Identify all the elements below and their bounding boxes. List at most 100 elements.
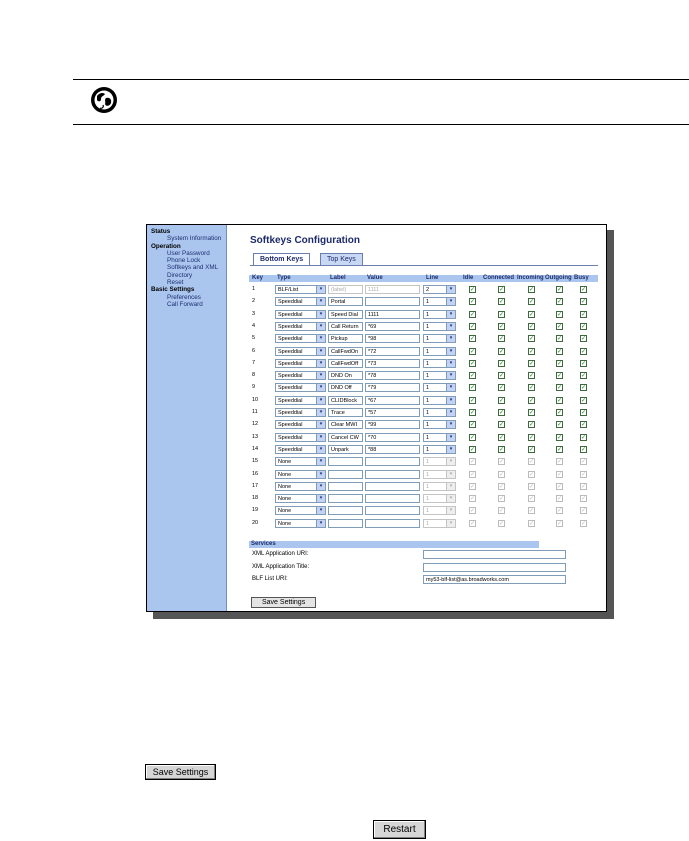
type-select[interactable]: BLF/List ▾: [275, 285, 326, 294]
type-select[interactable]: Speeddial ▾: [275, 358, 326, 368]
chevron-down-icon[interactable]: ▾: [446, 519, 455, 527]
chevron-down-icon[interactable]: ▾: [446, 482, 455, 490]
state-checkbox[interactable]: ✓: [580, 507, 587, 515]
type-select[interactable]: None ▾: [275, 518, 326, 528]
state-checkbox[interactable]: ✓: [580, 384, 587, 392]
state-checkbox[interactable]: ✓: [498, 372, 505, 380]
chevron-down-icon[interactable]: ▾: [316, 482, 325, 490]
label-input[interactable]: [328, 494, 363, 504]
chevron-down-icon[interactable]: ▾: [316, 335, 325, 343]
label-input[interactable]: Portal: [328, 297, 363, 307]
state-checkbox[interactable]: ✓: [469, 445, 476, 453]
type-select[interactable]: Speeddial ▾: [275, 297, 326, 307]
type-select[interactable]: Speeddial ▾: [275, 383, 326, 393]
state-checkbox[interactable]: ✓: [528, 359, 535, 367]
value-input[interactable]: *99: [365, 420, 420, 430]
state-checkbox[interactable]: ✓: [556, 298, 563, 306]
state-checkbox[interactable]: ✓: [556, 322, 563, 330]
state-checkbox[interactable]: ✓: [528, 507, 535, 515]
state-checkbox[interactable]: ✓: [556, 335, 563, 343]
value-input[interactable]: *67: [365, 395, 420, 405]
state-checkbox[interactable]: ✓: [498, 470, 505, 478]
chevron-down-icon[interactable]: ▾: [446, 470, 455, 478]
state-checkbox[interactable]: ✓: [556, 396, 563, 404]
state-checkbox[interactable]: ✓: [556, 445, 563, 453]
value-input[interactable]: [365, 494, 420, 504]
line-select[interactable]: 1 ▾: [423, 444, 456, 454]
sidebar-item[interactable]: Softkeys and XML: [147, 264, 226, 271]
state-checkbox[interactable]: ✓: [498, 421, 505, 429]
label-input[interactable]: (label): [328, 285, 363, 294]
line-select[interactable]: 1 ▾: [423, 481, 456, 491]
state-checkbox[interactable]: ✓: [528, 445, 535, 453]
state-checkbox[interactable]: ✓: [580, 372, 587, 380]
save-settings-inner-button[interactable]: Save Settings: [251, 597, 317, 608]
state-checkbox[interactable]: ✓: [556, 384, 563, 392]
state-checkbox[interactable]: ✓: [580, 482, 587, 490]
state-checkbox[interactable]: ✓: [580, 286, 587, 293]
state-checkbox[interactable]: ✓: [528, 335, 535, 343]
chevron-down-icon[interactable]: ▾: [316, 445, 325, 453]
state-checkbox[interactable]: ✓: [469, 495, 476, 503]
type-select[interactable]: None ▾: [275, 457, 326, 467]
chevron-down-icon[interactable]: ▾: [446, 384, 455, 392]
chevron-down-icon[interactable]: ▾: [446, 335, 455, 343]
state-checkbox[interactable]: ✓: [556, 470, 563, 478]
sidebar-item[interactable]: Reset: [147, 279, 226, 286]
label-input[interactable]: Speed Dial: [328, 309, 363, 319]
sidebar-item[interactable]: Preferences: [147, 294, 226, 301]
chevron-down-icon[interactable]: ▾: [316, 372, 325, 380]
state-checkbox[interactable]: ✓: [469, 433, 476, 441]
state-checkbox[interactable]: ✓: [498, 310, 505, 318]
state-checkbox[interactable]: ✓: [556, 409, 563, 416]
state-checkbox[interactable]: ✓: [580, 322, 587, 330]
type-select[interactable]: Speeddial ▾: [275, 408, 326, 417]
state-checkbox[interactable]: ✓: [580, 433, 587, 441]
type-select[interactable]: Speeddial ▾: [275, 420, 326, 430]
state-checkbox[interactable]: ✓: [528, 372, 535, 380]
state-checkbox[interactable]: ✓: [469, 409, 476, 416]
chevron-down-icon[interactable]: ▾: [446, 372, 455, 380]
state-checkbox[interactable]: ✓: [556, 482, 563, 490]
state-checkbox[interactable]: ✓: [469, 322, 476, 330]
state-checkbox[interactable]: ✓: [498, 335, 505, 343]
line-select[interactable]: 1 ▾: [423, 297, 456, 307]
state-checkbox[interactable]: ✓: [528, 322, 535, 330]
line-select[interactable]: 1 ▾: [423, 494, 456, 504]
type-select[interactable]: None ▾: [275, 494, 326, 504]
label-input[interactable]: Clear MWI: [328, 420, 363, 430]
state-checkbox[interactable]: ✓: [556, 519, 563, 527]
state-checkbox[interactable]: ✓: [580, 335, 587, 343]
state-checkbox[interactable]: ✓: [528, 347, 535, 355]
state-checkbox[interactable]: ✓: [580, 396, 587, 404]
chevron-down-icon[interactable]: ▾: [316, 298, 325, 306]
blf-list-input[interactable]: my53-blf-list@as.broadworks.com: [423, 575, 566, 584]
type-select[interactable]: None ▾: [275, 506, 326, 516]
state-checkbox[interactable]: ✓: [469, 458, 476, 466]
state-checkbox[interactable]: ✓: [580, 310, 587, 318]
state-checkbox[interactable]: ✓: [528, 409, 535, 416]
state-checkbox[interactable]: ✓: [498, 322, 505, 330]
state-checkbox[interactable]: ✓: [469, 347, 476, 355]
chevron-down-icon[interactable]: ▾: [316, 347, 325, 355]
line-select[interactable]: 1 ▾: [423, 518, 456, 528]
state-checkbox[interactable]: ✓: [498, 347, 505, 355]
xml-uri-input[interactable]: [423, 550, 566, 559]
state-checkbox[interactable]: ✓: [556, 458, 563, 466]
state-checkbox[interactable]: ✓: [498, 495, 505, 503]
line-select[interactable]: 1 ▾: [423, 346, 456, 356]
line-select[interactable]: 1 ▾: [423, 408, 456, 417]
type-select[interactable]: Speeddial ▾: [275, 321, 326, 331]
value-input[interactable]: *69: [365, 321, 420, 331]
state-checkbox[interactable]: ✓: [469, 482, 476, 490]
state-checkbox[interactable]: ✓: [469, 372, 476, 380]
chevron-down-icon[interactable]: ▾: [446, 310, 455, 318]
state-checkbox[interactable]: ✓: [498, 409, 505, 416]
label-input[interactable]: [328, 506, 363, 516]
state-checkbox[interactable]: ✓: [469, 286, 476, 293]
line-select[interactable]: 1 ▾: [423, 371, 456, 381]
state-checkbox[interactable]: ✓: [498, 433, 505, 441]
label-input[interactable]: [328, 481, 363, 491]
value-input[interactable]: *79: [365, 383, 420, 393]
label-input[interactable]: Cancel CW: [328, 432, 363, 442]
